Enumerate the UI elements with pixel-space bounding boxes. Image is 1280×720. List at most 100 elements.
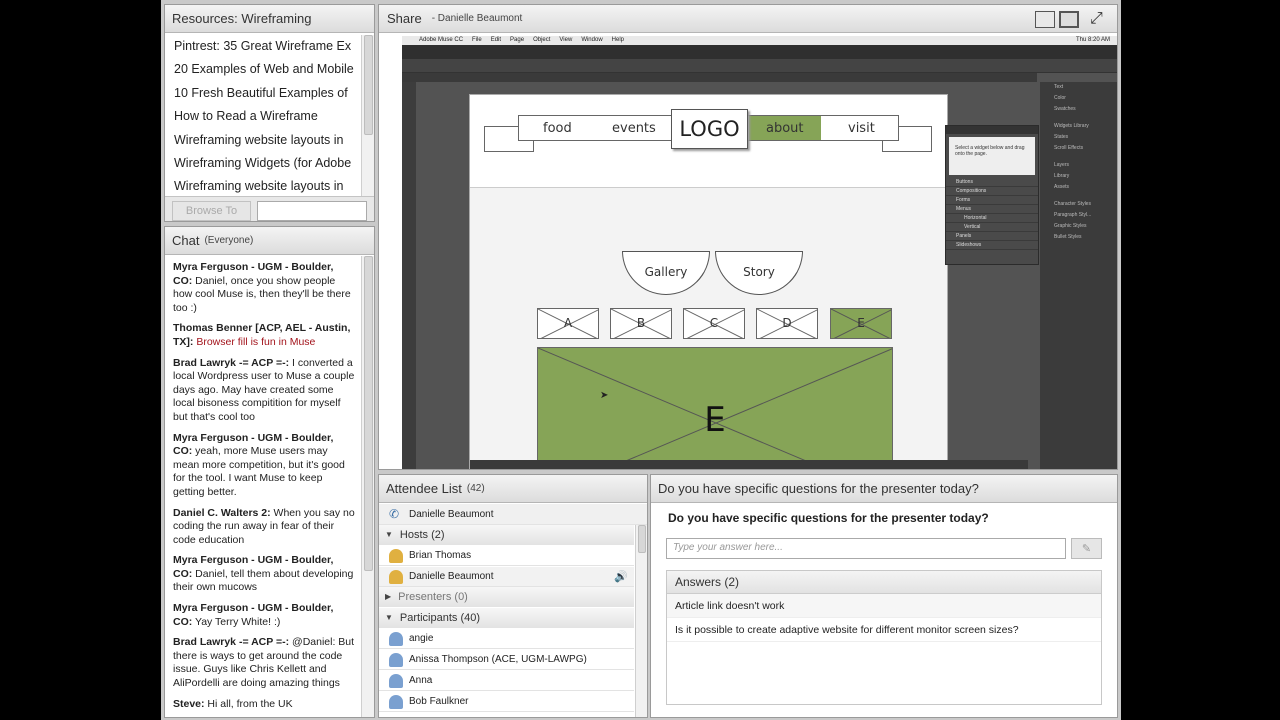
dock-item: Character Styles bbox=[1054, 201, 1091, 207]
muse-horizontal-scrollbar bbox=[470, 460, 1028, 469]
full-screen-icon[interactable] bbox=[1059, 11, 1079, 28]
resources-scroll-thumb[interactable] bbox=[364, 35, 373, 135]
my-name: Danielle Beaumont bbox=[409, 508, 494, 520]
chat-message: Thomas Benner [ACP, AEL - Austin, TX]: B… bbox=[173, 322, 355, 349]
wireframe-thumb: A bbox=[537, 308, 599, 339]
my-status-row[interactable]: ✆ Danielle Beaumont bbox=[379, 504, 647, 525]
menu-object: Object bbox=[533, 37, 551, 43]
share-title: Share bbox=[387, 11, 422, 26]
question-prompt: Do you have specific questions for the p… bbox=[668, 511, 989, 525]
chat-scroll-thumb[interactable] bbox=[364, 256, 373, 571]
widgets-library-panel: Select a widget below and drag onto the … bbox=[945, 125, 1039, 265]
host-user-icon bbox=[389, 569, 403, 584]
answer-item: Is it possible to create adaptive websit… bbox=[667, 618, 1101, 642]
menu-app: Adobe Muse CC bbox=[419, 37, 464, 43]
attendee-row[interactable]: Brian Thomas bbox=[379, 546, 634, 566]
attendee-row[interactable]: angie bbox=[379, 629, 634, 649]
hosts-label: Hosts (2) bbox=[399, 528, 445, 541]
resources-scrollbar[interactable] bbox=[361, 35, 374, 196]
hosts-category[interactable]: ▼ Hosts (2) bbox=[379, 525, 634, 545]
chat-text: Daniel, tell them about developing their… bbox=[173, 567, 354, 594]
chat-pod-header: Chat (Everyone) bbox=[165, 227, 374, 255]
phone-icon: ✆ bbox=[389, 507, 400, 521]
resources-list: Pintrest: 35 Great Wireframe Ex 20 Examp… bbox=[166, 35, 361, 197]
participants-category[interactable]: ▼ Participants (40) bbox=[379, 608, 634, 628]
widget-folder: Compositions bbox=[946, 187, 1038, 196]
resource-item[interactable]: 10 Fresh Beautiful Examples of bbox=[166, 82, 361, 105]
answers-list: Answers (2) Article link doesn't work Is… bbox=[666, 570, 1102, 705]
attendee-row[interactable]: Danielle Beaumont 🔊 bbox=[379, 567, 634, 587]
resource-item[interactable]: Pintrest: 35 Great Wireframe Ex bbox=[166, 35, 361, 58]
thumb-label: E bbox=[857, 316, 865, 330]
resource-item[interactable]: How to Read a Wireframe bbox=[166, 105, 361, 128]
dock-item: Layers bbox=[1054, 162, 1070, 168]
participant-user-icon bbox=[389, 631, 403, 646]
expand-arrows-icon[interactable]: ⤢ bbox=[1090, 10, 1103, 28]
hero-label: E bbox=[704, 400, 726, 440]
attendee-row[interactable]: Anna bbox=[379, 671, 634, 691]
questions-pod-header: Do you have specific questions for the p… bbox=[651, 475, 1117, 503]
muse-page-canvas: food events about visit LOGO Gallery Sto… bbox=[469, 94, 948, 469]
attendee-name: Danielle Beaumont bbox=[409, 571, 494, 582]
dock-item: Graphic Styles bbox=[1054, 223, 1087, 229]
send-icon: ✎ bbox=[1081, 543, 1092, 555]
attendee-name: angie bbox=[409, 633, 434, 644]
attendee-row[interactable]: Anissa Thompson (ACE, UGM-LAWPG) bbox=[379, 650, 634, 670]
chat-author: Daniel C. Walters 2: bbox=[173, 506, 271, 519]
muse-panel-dock: Text Color Swatches Widgets Library Stat… bbox=[1040, 82, 1117, 469]
answer-input[interactable]: Type your answer here... bbox=[666, 538, 1066, 559]
share-presenter: - Danielle Beaumont bbox=[431, 13, 523, 24]
menu-help: Help bbox=[611, 37, 624, 43]
resource-item[interactable]: Wireframing Widgets (for Adobe bbox=[166, 152, 361, 175]
browse-to-button[interactable]: Browse To bbox=[172, 201, 251, 221]
attendee-scrollbar[interactable] bbox=[635, 525, 647, 717]
presenters-label: Presenters (0) bbox=[398, 590, 468, 603]
attendee-title: Attendee List bbox=[386, 481, 462, 496]
questions-pod: Do you have specific questions for the p… bbox=[650, 474, 1118, 718]
widgets-help-text: Select a widget below and drag onto the … bbox=[949, 137, 1035, 175]
wireframe-hero-image: E bbox=[537, 347, 893, 469]
resources-footer: Browse To bbox=[165, 196, 374, 221]
chat-scope[interactable]: (Everyone) bbox=[204, 235, 253, 246]
dock-item: Scroll Effects bbox=[1054, 145, 1084, 151]
wireframe-tab-story: Story bbox=[715, 251, 803, 295]
nav-about: about bbox=[766, 121, 804, 136]
chat-message: Myra Ferguson - UGM - Boulder, CO: Yay T… bbox=[173, 602, 355, 629]
menu-file: File bbox=[472, 37, 482, 43]
dock-item: Swatches bbox=[1054, 106, 1076, 112]
widget-folder: Menus bbox=[946, 205, 1038, 214]
dock-item: Widgets Library bbox=[1054, 123, 1089, 129]
expand-triangle-icon: ▼ bbox=[385, 530, 393, 539]
widget-folder: Buttons bbox=[946, 178, 1038, 187]
submit-answer-button[interactable]: ✎ bbox=[1071, 538, 1102, 559]
attendee-row[interactable]: Bob Faulkner bbox=[379, 692, 634, 712]
browse-url-input[interactable] bbox=[257, 201, 367, 221]
chat-text: Yay Terry White! :) bbox=[192, 615, 281, 628]
dock-item: Bullet Styles bbox=[1054, 234, 1082, 240]
chat-author: Brad Lawryk -= ACP =-: bbox=[173, 636, 290, 649]
muse-app-bar bbox=[402, 45, 1117, 59]
chat-message: Myra Ferguson - UGM - Boulder, CO: yeah,… bbox=[173, 432, 355, 500]
attendee-pod-header: Attendee List (42) bbox=[379, 475, 647, 503]
dock-item: States bbox=[1054, 134, 1069, 140]
menu-edit: Edit bbox=[490, 37, 502, 43]
resource-item[interactable]: Wireframing website layouts in bbox=[166, 129, 361, 152]
resource-item[interactable]: Wireframing website layouts in bbox=[166, 175, 361, 197]
fit-width-icon[interactable] bbox=[1035, 11, 1055, 28]
attendee-scroll-thumb[interactable] bbox=[638, 525, 646, 553]
chat-scrollbar[interactable] bbox=[361, 256, 374, 717]
participant-user-icon bbox=[389, 694, 403, 709]
wireframe-header: food events about visit LOGO bbox=[470, 95, 947, 188]
attendee-name: Anna bbox=[409, 675, 433, 686]
chat-title: Chat bbox=[172, 233, 200, 248]
chat-message: Brad Lawryk -= ACP =-: I converted a loc… bbox=[173, 357, 355, 425]
dock-item: Library bbox=[1054, 173, 1070, 179]
widget-item: Vertical bbox=[946, 223, 1038, 232]
mac-menubar: Adobe Muse CC File Edit Page Object View… bbox=[402, 36, 1117, 45]
wireframe-thumb: D bbox=[756, 308, 818, 339]
resource-item[interactable]: 20 Examples of Web and Mobile bbox=[166, 58, 361, 81]
presenters-category[interactable]: ▶ Presenters (0) bbox=[379, 587, 634, 607]
muse-control-bar bbox=[402, 59, 1117, 73]
chat-text: Browser fill is fun in Muse bbox=[193, 335, 316, 348]
chat-message: Myra Ferguson - UGM - Boulder, CO: Danie… bbox=[173, 261, 355, 315]
